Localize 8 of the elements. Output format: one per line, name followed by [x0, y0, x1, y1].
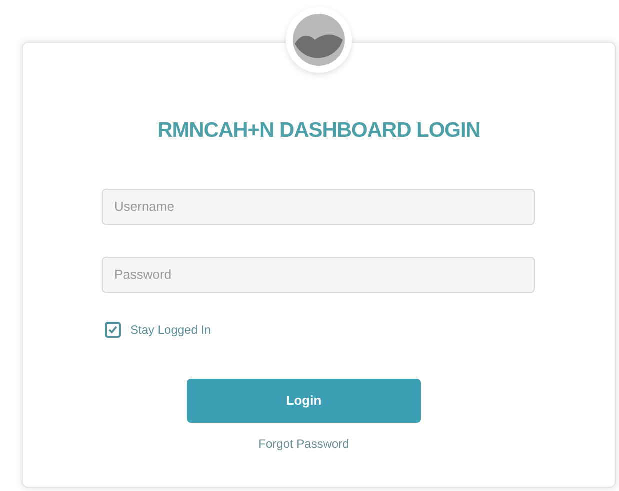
text-field[interactable]: Password: [102, 256, 534, 292]
checkbox[interactable]: [104, 322, 120, 338]
login-button[interactable]: Login: [187, 378, 421, 422]
checkbox-label: Stay Logged In: [130, 322, 212, 338]
text-field[interactable]: Username: [102, 188, 534, 224]
login-title: RMNCAH+N DASHBOARD LOGIN: [158, 118, 480, 144]
forgot-password-link[interactable]: Forgot Password: [258, 434, 350, 452]
checkmark-icon: [108, 324, 118, 334]
